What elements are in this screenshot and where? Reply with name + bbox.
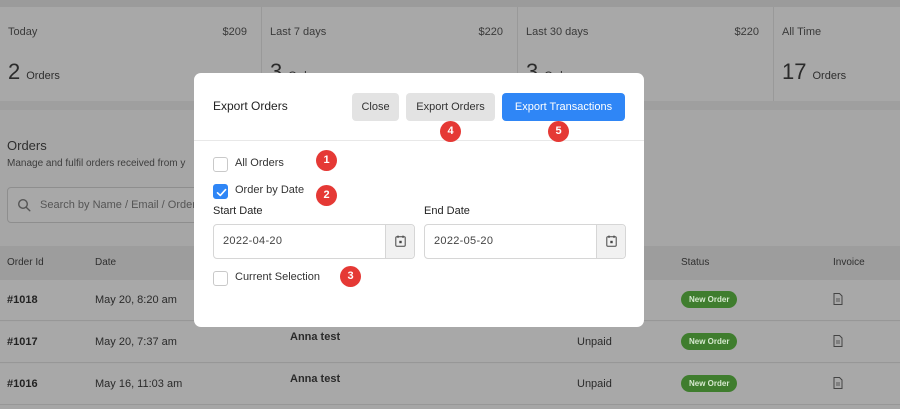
column-date[interactable]: Date (95, 257, 116, 268)
stat-amount: $209 (222, 26, 247, 38)
annotation-badge-1: 1 (316, 150, 337, 171)
invoice-icon[interactable] (833, 293, 843, 305)
search-icon (17, 198, 31, 212)
checkmark-icon (216, 188, 227, 197)
stat-value: 2 Orders (8, 59, 60, 85)
export-orders-button[interactable]: Export Orders (406, 93, 495, 121)
status-badge: New Order (681, 291, 738, 308)
start-date-label: Start Date (213, 205, 263, 217)
calendar-icon (606, 235, 617, 247)
orders-title: Orders (7, 138, 47, 153)
order-by-date-label[interactable]: Order by Date (235, 184, 304, 196)
stat-value: 17 Orders (782, 59, 846, 85)
status-badge: New Order (681, 375, 738, 392)
modal-title: Export Orders (213, 99, 288, 113)
start-date-picker-button[interactable] (385, 225, 414, 258)
top-strip (0, 0, 900, 7)
annotation-badge-5: 5 (548, 121, 569, 142)
order-id[interactable]: #1018 (7, 294, 38, 306)
start-date-field[interactable]: 2022-04-20 (213, 224, 415, 259)
customer-name: Anna test (290, 331, 341, 343)
orders-subtitle: Manage and fulfil orders received from y (7, 158, 186, 169)
order-date: May 16, 11:03 am (95, 378, 183, 390)
stat-amount: $220 (478, 26, 503, 38)
close-button[interactable]: Close (352, 93, 399, 121)
annotation-badge-2: 2 (316, 185, 337, 206)
invoice-icon[interactable] (833, 335, 843, 347)
order-date: May 20, 7:37 am (95, 336, 177, 348)
calendar-icon (395, 235, 406, 247)
export-orders-modal: Export Orders Close Export Orders Export… (194, 73, 644, 327)
end-date-label: End Date (424, 205, 470, 217)
stat-label: Last 30 days (526, 26, 589, 38)
invoice-icon[interactable] (833, 377, 843, 389)
stat-unit: Orders (812, 70, 847, 82)
current-selection-label[interactable]: Current Selection (235, 271, 320, 283)
all-orders-label[interactable]: All Orders (235, 157, 284, 169)
start-date-value: 2022-04-20 (223, 235, 283, 247)
end-date-picker-button[interactable] (596, 225, 625, 258)
stat-unit: Orders (26, 70, 60, 82)
stat-count: 2 (8, 59, 21, 84)
stat-label: Today (8, 26, 38, 38)
order-id[interactable]: #1017 (7, 336, 38, 348)
current-selection-checkbox[interactable] (213, 271, 228, 286)
search-placeholder: Search by Name / Email / Order (40, 199, 196, 211)
stat-count: 17 (782, 59, 807, 84)
order-date: May 20, 8:20 am (95, 294, 177, 306)
end-date-field[interactable]: 2022-05-20 (424, 224, 626, 259)
stat-card-all-time: All Time 17 Orders (774, 7, 900, 101)
export-transactions-button[interactable]: Export Transactions (502, 93, 625, 121)
annotation-badge-4: 4 (440, 121, 461, 142)
payment-status: Unpaid (577, 378, 612, 390)
payment-status: Unpaid (577, 336, 612, 348)
table-row[interactable]: #1016 May 16, 11:03 am Anna test Unpaid … (0, 364, 900, 405)
column-invoice[interactable]: Invoice (833, 257, 865, 268)
order-id[interactable]: #1016 (7, 378, 38, 390)
column-status[interactable]: Status (681, 257, 709, 268)
search-input[interactable]: Search by Name / Email / Order (7, 187, 207, 223)
customer-name: Anna test (290, 373, 341, 385)
stat-label: All Time (782, 26, 822, 38)
status-badge: New Order (681, 333, 738, 350)
order-by-date-checkbox[interactable] (213, 184, 228, 199)
stat-amount: $220 (734, 26, 759, 38)
modal-header: Export Orders Close Export Orders Export… (194, 73, 644, 141)
column-order-id[interactable]: Order Id (7, 257, 44, 268)
all-orders-checkbox[interactable] (213, 157, 228, 172)
end-date-value: 2022-05-20 (434, 235, 494, 247)
annotation-badge-3: 3 (340, 266, 361, 287)
stat-label: Last 7 days (270, 26, 327, 38)
table-row[interactable]: #1017 May 20, 7:37 am Anna test Unpaid N… (0, 322, 900, 363)
